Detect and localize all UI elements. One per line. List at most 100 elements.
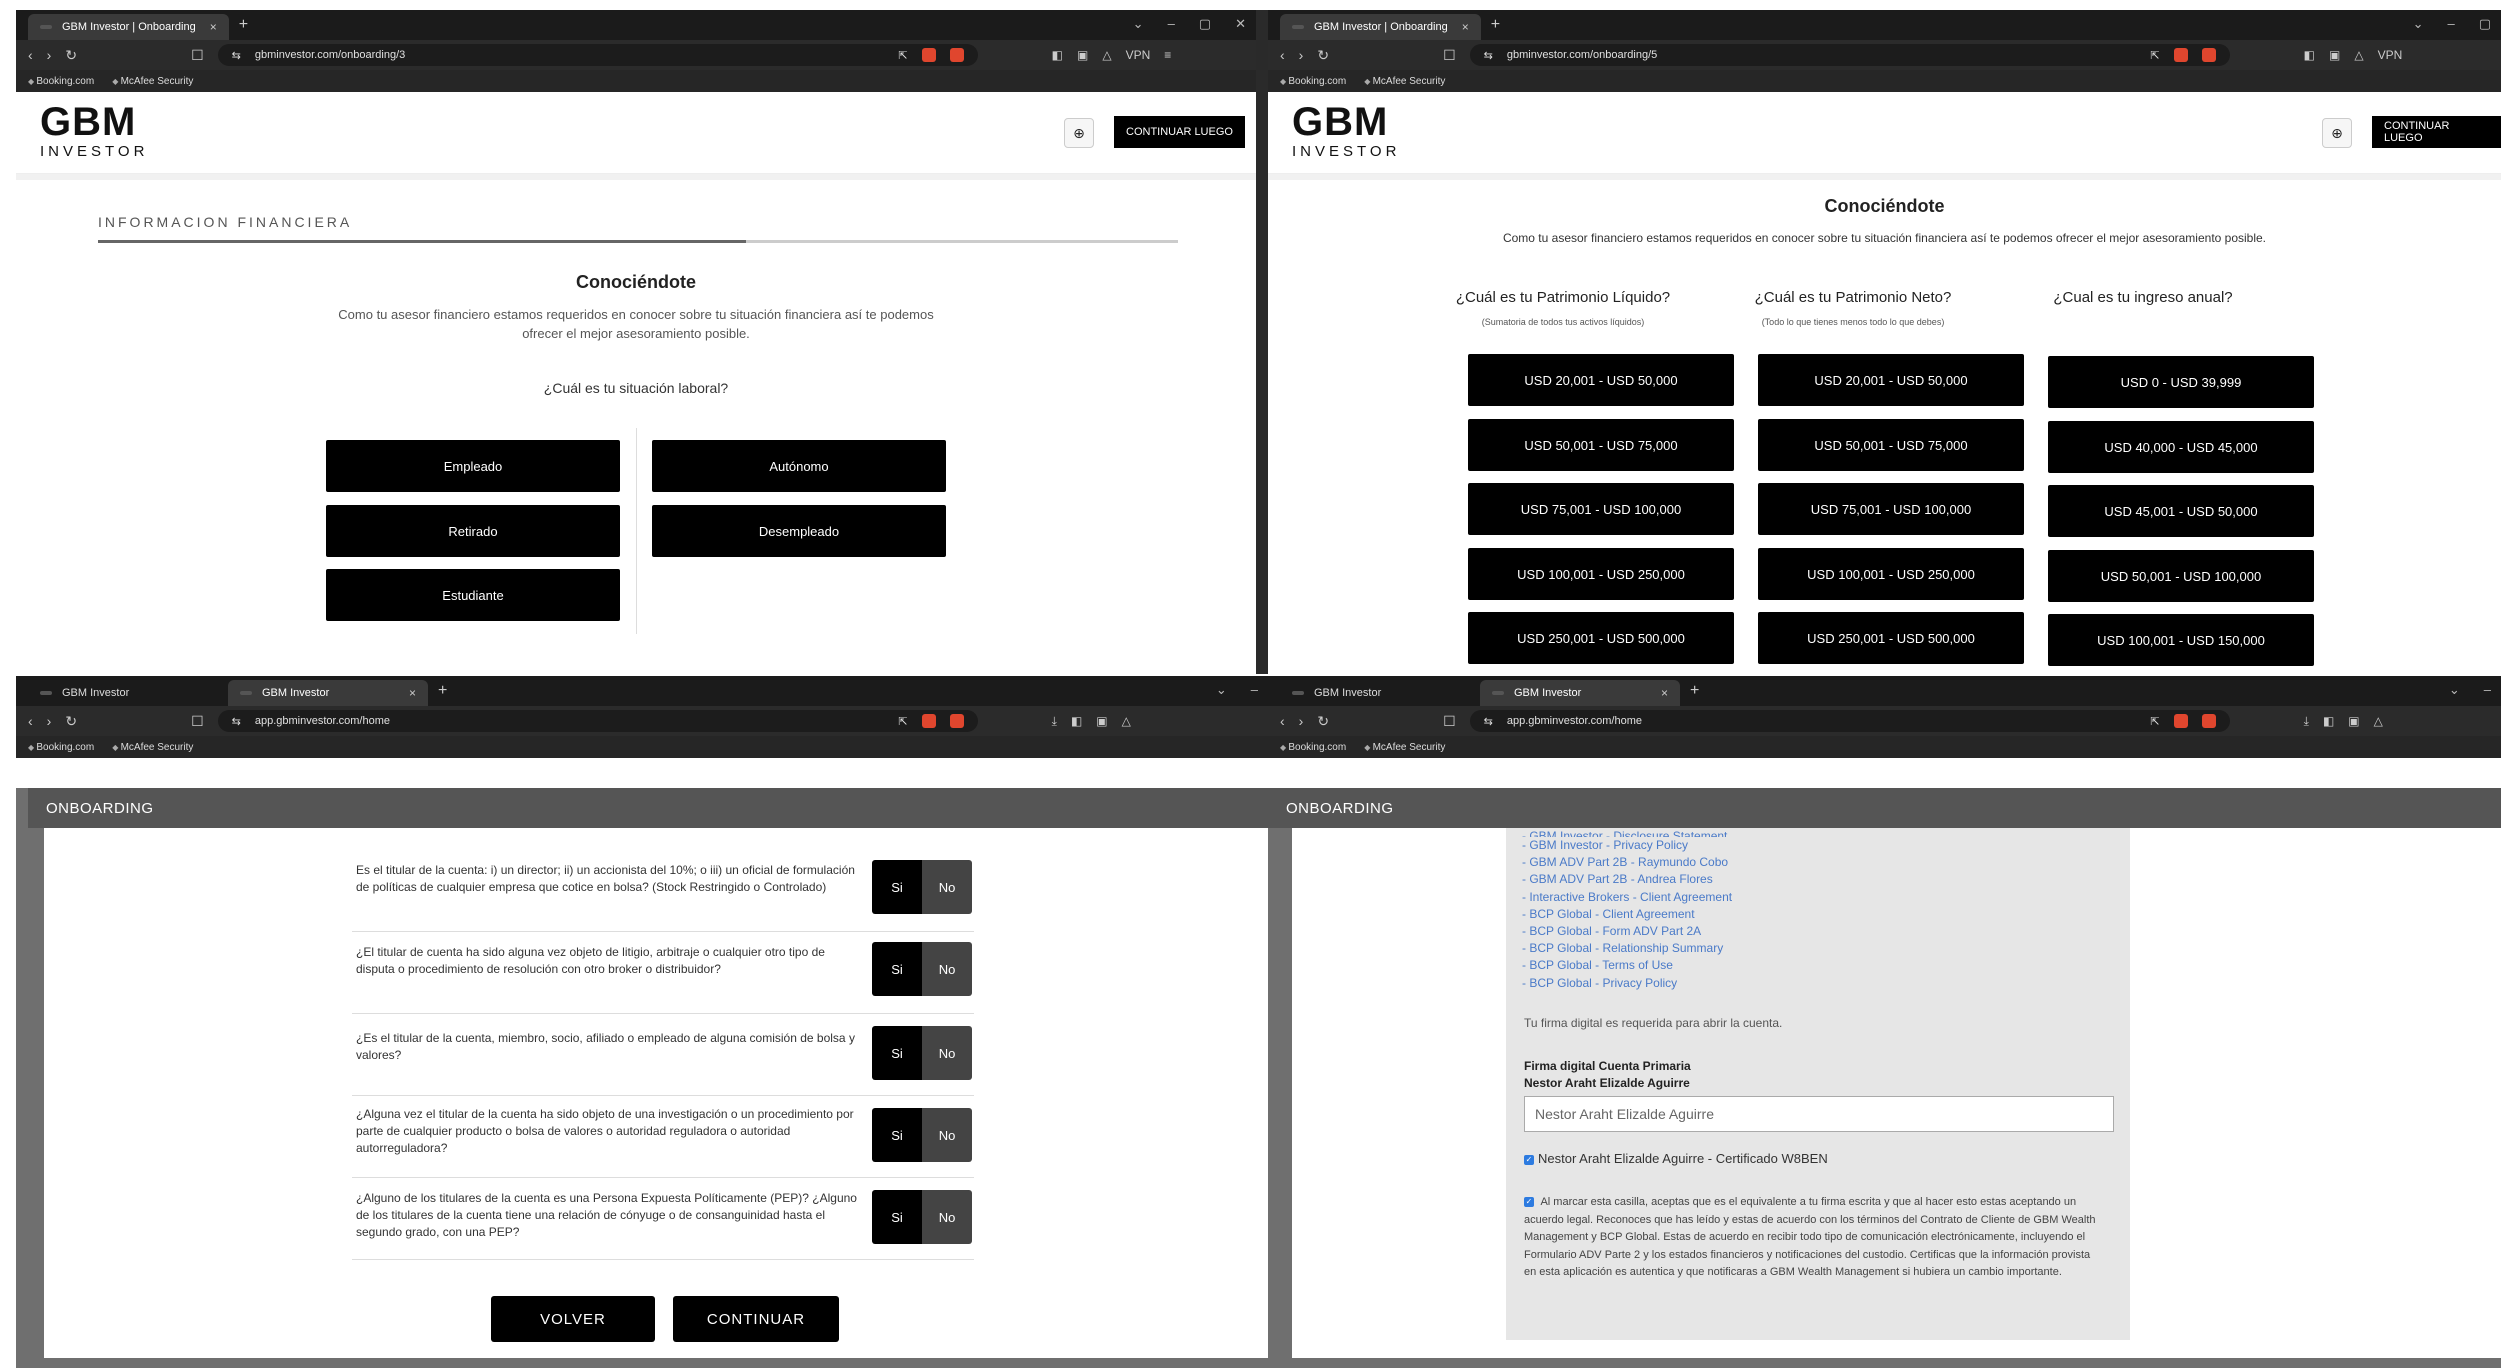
bookmark-mcafee[interactable]: McAfee Security [1364,742,1446,753]
income-option[interactable]: USD 100,001 - USD 150,000 [2048,614,2314,666]
tab-search-icon[interactable]: ⌄ [1133,16,1144,32]
site-settings-icon[interactable]: ⇆ [232,49,241,62]
close-tab-icon[interactable]: × [409,686,416,700]
bookmark-mcafee[interactable]: McAfee Security [112,76,194,87]
back-button[interactable]: VOLVER [491,1296,655,1342]
gbm-logo[interactable]: GBM INVESTOR [40,102,148,159]
option-estudiante[interactable]: Estudiante [326,569,620,621]
brave-rewards-icon[interactable] [2201,714,2216,728]
option-autonomo[interactable]: Autónomo [652,440,946,492]
bookmark-icon[interactable]: ☐ [191,47,204,64]
bookmark-booking[interactable]: Booking.com [1280,742,1346,753]
tab-gbm-investor-active[interactable]: GBM Investor × [1480,680,1680,706]
income-option[interactable]: USD 0 - USD 39,999 [2048,356,2314,408]
leo-icon[interactable]: △ [2354,48,2363,62]
no-button[interactable]: No [922,1026,972,1080]
gbm-logo[interactable]: GBM INVESTOR [1292,102,1400,159]
forward-icon[interactable]: › [47,713,52,729]
net-option[interactable]: USD 50,001 - USD 75,000 [1758,419,2024,471]
consent-checkbox[interactable]: ✓ [1524,1197,1534,1208]
yes-button[interactable]: Si [872,942,922,996]
address-bar[interactable]: ⇆ gbminvestor.com/onboarding/5 ⇱ [1469,44,2230,66]
net-option[interactable]: USD 100,001 - USD 250,000 [1758,548,2024,600]
link-adv-flores[interactable]: - GBM ADV Part 2B - Andrea Flores [1522,871,1732,888]
income-option[interactable]: USD 45,001 - USD 50,000 [2048,485,2314,537]
vpn-button[interactable]: VPN [2378,48,2403,62]
back-icon[interactable]: ‹ [1280,713,1285,729]
brave-shield-icon[interactable] [921,714,936,728]
address-bar[interactable]: ⇆ app.gbminvestor.com/home ⇱ [1469,710,2230,732]
bookmark-icon[interactable]: ☐ [1443,713,1456,730]
option-retirado[interactable]: Retirado [326,505,620,557]
link-bcp-agreement[interactable]: - BCP Global - Client Agreement [1522,906,1732,923]
close-window-icon[interactable]: ✕ [1235,16,1246,32]
share-icon[interactable]: ⇱ [2150,49,2159,62]
reload-icon[interactable]: ↻ [65,713,77,730]
minimize-icon[interactable]: – [2484,682,2491,698]
close-tab-icon[interactable]: × [210,20,217,34]
sidebar-icon[interactable]: ◧ [1071,714,1082,729]
continue-button[interactable]: CONTINUAR [673,1296,839,1342]
sidebar-icon[interactable]: ◧ [1052,48,1063,62]
brave-rewards-icon[interactable] [2201,48,2216,62]
reload-icon[interactable]: ↻ [65,47,77,64]
reload-icon[interactable]: ↻ [1317,713,1329,730]
bookmark-mcafee[interactable]: McAfee Security [1364,76,1446,87]
bookmark-icon[interactable]: ☐ [191,713,204,730]
vpn-button[interactable]: VPN [1126,48,1151,62]
share-icon[interactable]: ⇱ [898,49,907,62]
back-icon[interactable]: ‹ [1280,47,1285,63]
back-icon[interactable]: ‹ [28,713,33,729]
leo-icon[interactable]: △ [1122,714,1131,729]
bookmark-booking[interactable]: Booking.com [28,742,94,753]
liquid-option[interactable]: USD 100,001 - USD 250,000 [1468,548,1734,600]
tab-search-icon[interactable]: ⌄ [2449,682,2460,698]
minimize-icon[interactable]: – [1168,16,1175,32]
share-icon[interactable]: ⇱ [898,715,907,728]
language-globe-icon[interactable]: ⊕ [2322,118,2352,148]
site-settings-icon[interactable]: ⇆ [1484,49,1493,62]
no-button[interactable]: No [922,942,972,996]
leo-icon[interactable]: △ [1102,48,1111,62]
leo-icon[interactable]: △ [2374,714,2383,729]
close-tab-icon[interactable]: × [1462,20,1469,34]
brave-shield-icon[interactable] [2173,48,2188,62]
brave-shield-icon[interactable] [2173,714,2188,728]
wallet-icon[interactable]: ▣ [1096,714,1107,729]
tab-gbm-investor[interactable]: GBM Investor [28,680,228,706]
link-bcp-adv[interactable]: - BCP Global - Form ADV Part 2A [1522,923,1732,940]
signature-input[interactable]: Nestor Araht Elizalde Aguirre [1524,1096,2114,1132]
new-tab-button[interactable]: + [1690,682,1699,700]
tab-search-icon[interactable]: ⌄ [2413,16,2424,32]
address-bar[interactable]: ⇆ app.gbminvestor.com/home ⇱ [217,710,978,732]
link-adv-cobo[interactable]: - GBM ADV Part 2B - Raymundo Cobo [1522,854,1732,871]
new-tab-button[interactable]: + [239,16,248,34]
tab-gbm-investor-active[interactable]: GBM Investor × [228,680,428,706]
site-settings-icon[interactable]: ⇆ [1484,715,1493,728]
new-tab-button[interactable]: + [438,682,447,700]
close-tab-icon[interactable]: × [1661,686,1668,700]
download-icon[interactable]: ⤓ [2304,714,2309,729]
wallet-icon[interactable]: ▣ [2348,714,2359,729]
maximize-icon[interactable]: ▢ [1199,16,1211,32]
no-button[interactable]: No [922,1190,972,1244]
bookmark-icon[interactable]: ☐ [1443,47,1456,64]
minimize-icon[interactable]: – [2447,16,2454,32]
sidebar-icon[interactable]: ◧ [2323,714,2334,729]
yes-button[interactable]: Si [872,1190,922,1244]
tab-onboarding[interactable]: GBM Investor | Onboarding × [1280,14,1481,40]
continue-later-button[interactable]: CONTINUAR LUEGO [1114,116,1245,148]
yes-button[interactable]: Si [872,1026,922,1080]
option-empleado[interactable]: Empleado [326,440,620,492]
brave-rewards-icon[interactable] [949,48,964,62]
income-option[interactable]: USD 40,000 - USD 45,000 [2048,421,2314,473]
forward-icon[interactable]: › [1299,713,1304,729]
wallet-icon[interactable]: ▣ [1077,48,1088,62]
sidebar-icon[interactable]: ◧ [2304,48,2315,62]
liquid-option[interactable]: USD 250,001 - USD 500,000 [1468,612,1734,664]
certificate-checkbox[interactable]: ✓ [1524,1154,1534,1165]
share-icon[interactable]: ⇱ [2150,715,2159,728]
continue-later-button[interactable]: CONTINUAR LUEGO [2372,116,2501,148]
liquid-option[interactable]: USD 50,001 - USD 75,000 [1468,419,1734,471]
bookmark-booking[interactable]: Booking.com [28,76,94,87]
